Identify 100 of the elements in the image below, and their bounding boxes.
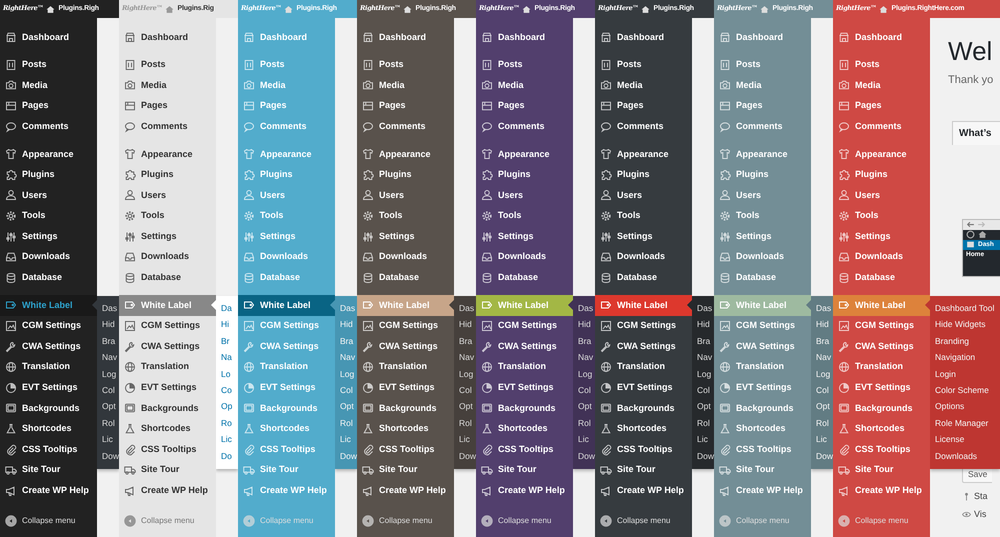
menu-item[interactable]: Media bbox=[119, 75, 216, 96]
submenu-item[interactable]: Col bbox=[97, 382, 119, 398]
submenu-item[interactable]: Dow bbox=[811, 448, 833, 464]
menu-item[interactable]: Appearance bbox=[595, 144, 692, 165]
submenu-item[interactable]: Dow bbox=[692, 448, 714, 464]
submenu-item[interactable]: Rol bbox=[692, 414, 714, 432]
menu-item[interactable]: Plugins bbox=[833, 164, 930, 186]
submenu-item[interactable]: Hi bbox=[216, 316, 238, 333]
submenu-item[interactable]: Downloads bbox=[930, 448, 1000, 464]
submenu-item[interactable]: Hid bbox=[454, 316, 476, 333]
menu-item[interactable]: Appearance bbox=[476, 144, 573, 165]
menu-item[interactable]: Database bbox=[476, 268, 573, 288]
menu-item[interactable]: Plugins bbox=[476, 164, 573, 186]
submenu-item[interactable]: Bra bbox=[573, 332, 595, 350]
menu-item[interactable]: EVT Settings bbox=[476, 378, 573, 398]
menu-item[interactable]: Dashboard bbox=[0, 27, 97, 48]
menu-item[interactable]: Dashboard bbox=[119, 27, 216, 48]
menu-item[interactable]: Dashboard bbox=[476, 27, 573, 48]
submenu-item[interactable]: Navigation bbox=[930, 349, 1000, 366]
menu-item[interactable]: Create WP Help bbox=[0, 480, 97, 502]
menu-item[interactable]: CWA Settings bbox=[476, 336, 573, 357]
menu-item[interactable]: Create WP Help bbox=[476, 480, 573, 502]
menu-item[interactable]: Database bbox=[595, 268, 692, 288]
menu-item[interactable]: CWA Settings bbox=[0, 336, 97, 357]
submenu-item[interactable]: Dashboard Tool bbox=[930, 300, 1000, 316]
menu-item[interactable]: EVT Settings bbox=[119, 378, 216, 398]
menu-item[interactable]: Pages bbox=[476, 96, 573, 116]
submenu-item[interactable]: Col bbox=[811, 382, 833, 398]
menu-item[interactable]: Media bbox=[357, 75, 454, 96]
menu-item[interactable]: White Label bbox=[119, 295, 216, 316]
submenu-item[interactable]: Lic bbox=[692, 431, 714, 448]
submenu-item[interactable]: License bbox=[930, 431, 1000, 448]
submenu-item[interactable]: Col bbox=[692, 382, 714, 398]
submenu-item[interactable]: Das bbox=[454, 300, 476, 316]
submenu-item[interactable]: Login bbox=[930, 366, 1000, 382]
submenu-item[interactable]: Color Scheme bbox=[930, 382, 1000, 398]
submenu-item[interactable]: Bra bbox=[97, 332, 119, 350]
page-tab[interactable]: What’s bbox=[952, 120, 1000, 144]
menu-item[interactable]: Settings bbox=[595, 226, 692, 247]
collapse-menu-button[interactable]: Collapse menu bbox=[357, 515, 454, 528]
menu-item[interactable]: Appearance bbox=[0, 144, 97, 165]
menu-item[interactable]: CGM Settings bbox=[119, 316, 216, 336]
menu-item[interactable]: Posts bbox=[357, 54, 454, 76]
submenu-item[interactable]: Branding bbox=[930, 332, 1000, 350]
submenu-item[interactable]: Log bbox=[811, 366, 833, 382]
menu-item[interactable]: CGM Settings bbox=[595, 316, 692, 336]
submenu-item[interactable]: Nav bbox=[811, 349, 833, 366]
menu-item[interactable]: White Label bbox=[595, 295, 692, 316]
menu-item[interactable]: Translation bbox=[476, 356, 573, 378]
menu-item[interactable]: Tools bbox=[833, 206, 930, 226]
submenu-item[interactable]: Na bbox=[216, 349, 238, 366]
menu-item[interactable]: Site Tour bbox=[476, 460, 573, 480]
menu-item[interactable]: Comments bbox=[119, 116, 216, 137]
submenu-item[interactable]: Hid bbox=[97, 316, 119, 333]
submenu-item[interactable]: Hid bbox=[811, 316, 833, 333]
submenu-item[interactable]: Hid bbox=[692, 316, 714, 333]
submenu-item[interactable]: Col bbox=[454, 382, 476, 398]
menu-item[interactable]: CSS Tooltips bbox=[833, 439, 930, 460]
menu-item[interactable]: Database bbox=[0, 268, 97, 288]
menu-item[interactable]: Comments bbox=[476, 116, 573, 137]
menu-item[interactable]: Appearance bbox=[119, 144, 216, 165]
menu-item[interactable]: Posts bbox=[0, 54, 97, 76]
submenu-item[interactable]: Dow bbox=[97, 448, 119, 464]
submenu-item[interactable]: Opt bbox=[811, 398, 833, 415]
menu-item[interactable]: Media bbox=[476, 75, 573, 96]
menu-item[interactable]: Translation bbox=[833, 356, 930, 378]
menu-item[interactable]: Downloads bbox=[119, 246, 216, 268]
menu-item[interactable]: Backgrounds bbox=[833, 398, 930, 419]
menu-item[interactable]: CGM Settings bbox=[0, 316, 97, 336]
menu-item[interactable]: CGM Settings bbox=[357, 316, 454, 336]
submenu-item[interactable]: Das bbox=[811, 300, 833, 316]
menu-item[interactable]: Database bbox=[119, 268, 216, 288]
menu-item[interactable]: Dashboard bbox=[357, 27, 454, 48]
menu-item[interactable]: Comments bbox=[595, 116, 692, 137]
menu-item[interactable]: Comments bbox=[357, 116, 454, 137]
submenu-item[interactable]: Dow bbox=[573, 448, 595, 464]
menu-item[interactable]: Pages bbox=[595, 96, 692, 116]
menu-item[interactable]: Create WP Help bbox=[595, 480, 692, 502]
submenu-item[interactable]: Log bbox=[454, 366, 476, 382]
submenu-item[interactable]: Log bbox=[573, 366, 595, 382]
submenu-item[interactable]: Bra bbox=[692, 332, 714, 350]
submenu-item[interactable]: Rol bbox=[454, 414, 476, 432]
submenu-item[interactable]: Da bbox=[216, 300, 238, 316]
menu-item[interactable]: Create WP Help bbox=[833, 480, 930, 502]
menu-item[interactable]: Downloads bbox=[0, 246, 97, 268]
menu-item[interactable]: White Label bbox=[0, 295, 97, 316]
collapse-menu-button[interactable]: Collapse menu bbox=[0, 515, 97, 528]
menu-item[interactable]: Dashboard bbox=[833, 27, 930, 48]
menu-item[interactable]: Posts bbox=[833, 54, 930, 76]
menu-item[interactable]: Pages bbox=[357, 96, 454, 116]
menu-item[interactable]: Tools bbox=[119, 206, 216, 226]
submenu-item[interactable]: Bra bbox=[811, 332, 833, 350]
submenu-item[interactable]: Role Manager bbox=[930, 414, 1000, 432]
menu-item[interactable]: Users bbox=[595, 185, 692, 206]
menu-item[interactable]: Shortcodes bbox=[476, 418, 573, 440]
menu-item[interactable]: Plugins bbox=[357, 164, 454, 186]
menu-item[interactable]: Users bbox=[357, 185, 454, 206]
submenu-item[interactable]: Ro bbox=[216, 414, 238, 432]
submenu-item[interactable]: Opt bbox=[692, 398, 714, 415]
submenu-item[interactable]: Bra bbox=[454, 332, 476, 350]
